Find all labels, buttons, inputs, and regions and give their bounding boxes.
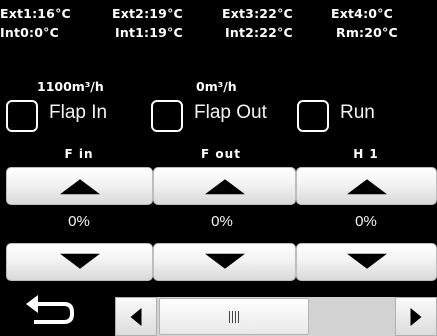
triangle-down-icon [59,253,100,269]
f-in-up-button[interactable] [6,167,153,205]
flap-in-checkbox[interactable] [6,100,38,132]
scroll-left-button[interactable] [115,297,157,336]
sensor-ext4: Ext4:0°C [331,6,393,21]
sensor-ext2: Ext2:19°C [112,6,183,21]
run-label: Run [340,102,375,123]
flap-out-label: Flap Out [194,102,267,123]
h1-value: 0% [355,213,377,230]
run-toggle[interactable]: Run [297,97,397,133]
triangle-up-icon [346,179,387,195]
flow-in-reading: 1100m³/h [37,79,104,94]
f-in-down-button[interactable] [6,243,153,281]
triangle-up-icon [59,179,100,195]
flap-out-checkbox[interactable] [151,100,183,132]
grip-icon [229,310,239,323]
flap-in-label: Flap In [49,102,108,123]
back-arrow-icon [26,295,74,324]
horizontal-scrollbar[interactable] [115,297,437,336]
back-button[interactable] [20,290,80,330]
sensor-ext1: Ext1:16°C [0,6,71,21]
sensor-row-ext: Ext1:16°C Ext2:19°C Ext3:22°C Ext4:0°C [0,6,437,25]
flow-out-reading: 0m³/h [196,79,237,94]
scroll-right-icon [410,307,422,326]
sensor-ext3: Ext3:22°C [222,6,293,21]
f-out-down-button[interactable] [153,243,296,281]
run-checkbox[interactable] [297,100,329,132]
column-label-f-in: F in [64,147,94,161]
triangle-down-icon [346,253,387,269]
scroll-left-icon [130,307,142,326]
f-out-up-button[interactable] [153,167,296,205]
column-label-h1: H 1 [353,147,379,161]
sensor-int1: Int1:19°C [115,25,183,40]
sensor-row-int: Int0:0°C Int1:19°C Int2:22°C Rm:20°C [0,25,437,44]
f-in-value: 0% [68,213,90,230]
h1-down-button[interactable] [296,243,437,281]
scroll-right-button[interactable] [395,297,437,336]
column-label-f-out: F out [201,147,241,161]
flap-in-toggle[interactable]: Flap In [6,97,136,133]
sensor-readings: Ext1:16°C Ext2:19°C Ext3:22°C Ext4:0°C I… [0,6,437,44]
f-out-value: 0% [211,213,233,230]
triangle-up-icon [204,179,245,195]
sensor-int2: Int2:22°C [225,25,293,40]
sensor-rm: Rm:20°C [336,25,398,40]
flap-out-toggle[interactable]: Flap Out [151,97,296,133]
scroll-thumb[interactable] [159,298,309,335]
h1-up-button[interactable] [296,167,437,205]
sensor-int0: Int0:0°C [0,25,59,40]
triangle-down-icon [204,253,245,269]
